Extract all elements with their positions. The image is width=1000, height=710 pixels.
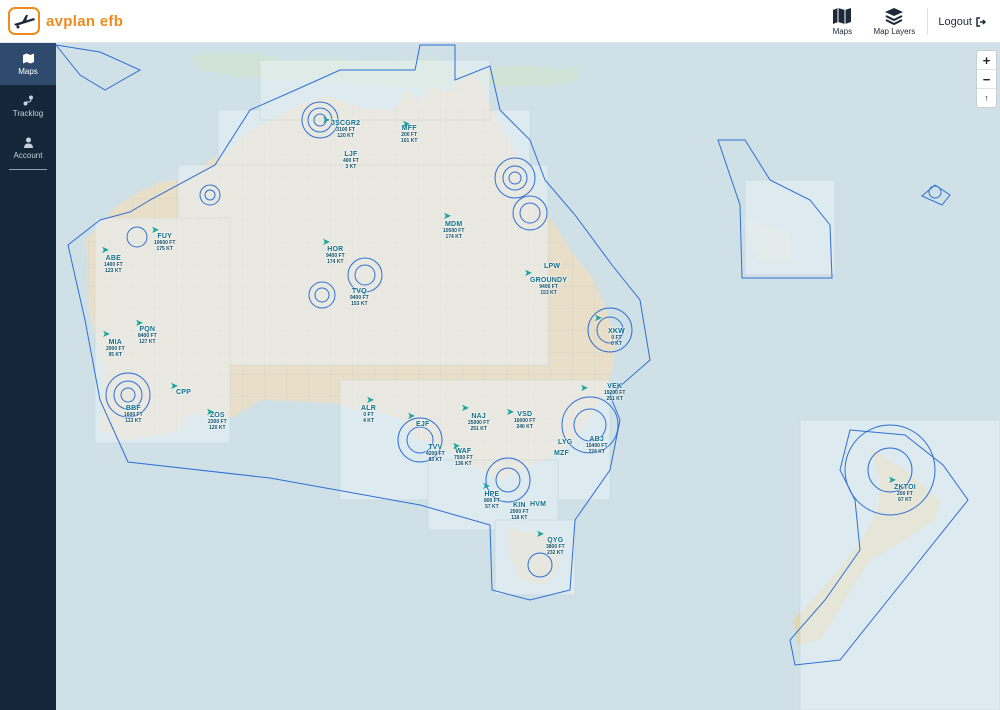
aircraft-icon[interactable]: ➤ <box>536 529 544 540</box>
avplan-logo-icon <box>8 7 40 35</box>
traffic-target[interactable]: EJF <box>416 421 429 428</box>
aircraft-icon[interactable]: ➤ <box>461 403 469 414</box>
traffic-target[interactable]: LJF 400 FT 3 KT <box>343 151 359 170</box>
aircraft-icon[interactable]: ➤ <box>322 115 330 126</box>
app-logo[interactable]: avplan efb <box>8 7 123 35</box>
traffic-target[interactable]: GROUNDY 9400 FT 153 KT <box>530 277 567 296</box>
traffic-target[interactable]: HOR 9400 FT 174 KT <box>326 246 345 265</box>
map-layers-label: Map Layers <box>873 27 916 36</box>
aircraft-icon[interactable]: ➤ <box>135 318 143 329</box>
zoom-in-button[interactable]: + <box>977 51 996 70</box>
traffic-target[interactable]: MIA 2000 FT 95 KT <box>106 339 125 358</box>
traffic-target[interactable]: LPW <box>544 263 560 270</box>
aircraft-icon[interactable]: ➤ <box>407 411 415 422</box>
traffic-target[interactable]: LYG <box>558 439 572 446</box>
reset-north-button[interactable]: ↑ <box>977 89 996 107</box>
aircraft-icon[interactable]: ➤ <box>101 245 109 256</box>
traffic-target[interactable]: ALR 0 FT 4 KT <box>361 405 376 424</box>
traffic-target[interactable]: TVV 4200 FT 83 KT <box>426 444 445 463</box>
aircraft-icon[interactable]: ➤ <box>206 407 214 418</box>
aircraft-icon[interactable]: ➤ <box>888 475 896 486</box>
sidebar: Maps Tracklog Account <box>0 43 56 710</box>
traffic-target[interactable]: QYG 3800 FT 232 KT <box>546 537 565 556</box>
sidebar-item-label: Maps <box>18 66 38 76</box>
traffic-target[interactable]: ABE 1400 FT 123 KT <box>104 255 123 274</box>
map-icon <box>833 8 852 24</box>
nav-divider <box>927 8 929 35</box>
logout-icon <box>976 16 986 27</box>
map-icon <box>22 53 34 63</box>
layers-icon <box>885 8 904 25</box>
zoom-control: + − ↑ <box>976 50 997 108</box>
traffic-target[interactable]: ABJ 15400 FT 224 KT <box>586 436 607 455</box>
aircraft-icon[interactable]: ➤ <box>322 237 330 248</box>
sidebar-item-label: Account <box>13 150 43 160</box>
aircraft-icon[interactable]: ➤ <box>151 225 159 236</box>
traffic-target[interactable]: HVM <box>530 501 546 508</box>
traffic-target[interactable]: VSD 16000 FT 240 KT <box>514 411 535 430</box>
user-icon <box>23 137 33 148</box>
sidebar-item-account[interactable]: Account <box>0 127 56 169</box>
aircraft-icon[interactable]: ➤ <box>170 381 178 392</box>
aircraft-icon[interactable]: ➤ <box>580 383 588 394</box>
brand-name: avplan efb <box>46 12 124 30</box>
traffic-target[interactable]: XKW 0 FT 0 KT <box>608 328 625 347</box>
top-bar: avplan efb Maps Map Layers Logout <box>0 0 1000 43</box>
sidebar-item-maps[interactable]: Maps <box>0 43 56 85</box>
aircraft-icon[interactable]: ➤ <box>524 268 532 279</box>
maps-label: Maps <box>832 27 853 36</box>
maps-button[interactable]: Maps <box>819 0 865 43</box>
aircraft-icon[interactable]: ➤ <box>102 329 110 340</box>
traffic-target[interactable]: TVQ 9400 FT 153 KT <box>350 288 369 307</box>
map-canvas[interactable]: JSCGR2 3100 FT 120 KT MFF 200 FT 101 KT LJF 4… <box>56 43 1000 710</box>
traffic-target[interactable]: MZF <box>554 450 569 457</box>
aircraft-icon[interactable]: ➤ <box>452 441 460 452</box>
zoom-out-button[interactable]: − <box>977 70 996 89</box>
sidebar-item-label: Tracklog <box>12 108 44 118</box>
aircraft-icon[interactable]: ➤ <box>594 313 602 324</box>
map-layers-button[interactable]: Map Layers <box>865 0 923 43</box>
traffic-target[interactable]: JSCGR2 3100 FT 120 KT <box>331 120 360 139</box>
traffic-target[interactable]: HPE 800 FT 57 KT <box>484 491 500 510</box>
traffic-target[interactable]: BBF 1600 FT 113 KT <box>124 405 143 424</box>
sidebar-divider <box>9 169 47 170</box>
map-background <box>56 43 1000 710</box>
aircraft-icon[interactable]: ➤ <box>402 119 410 130</box>
traffic-target[interactable]: NAJ 25000 FT 251 KT <box>468 413 489 432</box>
sidebar-item-tracklog[interactable]: Tracklog <box>0 85 56 127</box>
aircraft-icon[interactable]: ➤ <box>366 395 374 406</box>
aircraft-icon[interactable]: ➤ <box>506 407 514 418</box>
traffic-target[interactable]: ZKTOI 200 FT 67 KT <box>894 484 916 503</box>
aircraft-icon[interactable]: ➤ <box>443 211 451 222</box>
traffic-target[interactable]: KIN 2000 FT 118 KT <box>510 502 529 521</box>
logout-button[interactable]: Logout <box>932 0 1000 43</box>
top-nav: Maps Map Layers Logout <box>819 0 1000 43</box>
traffic-target[interactable]: VEK 19200 FT 251 KT <box>604 383 625 402</box>
aircraft-icon[interactable]: ➤ <box>482 481 490 492</box>
traffic-target[interactable]: MDM 10500 FT 174 KT <box>443 221 464 240</box>
logout-label: Logout <box>938 15 972 28</box>
tracklog-icon <box>23 95 33 105</box>
